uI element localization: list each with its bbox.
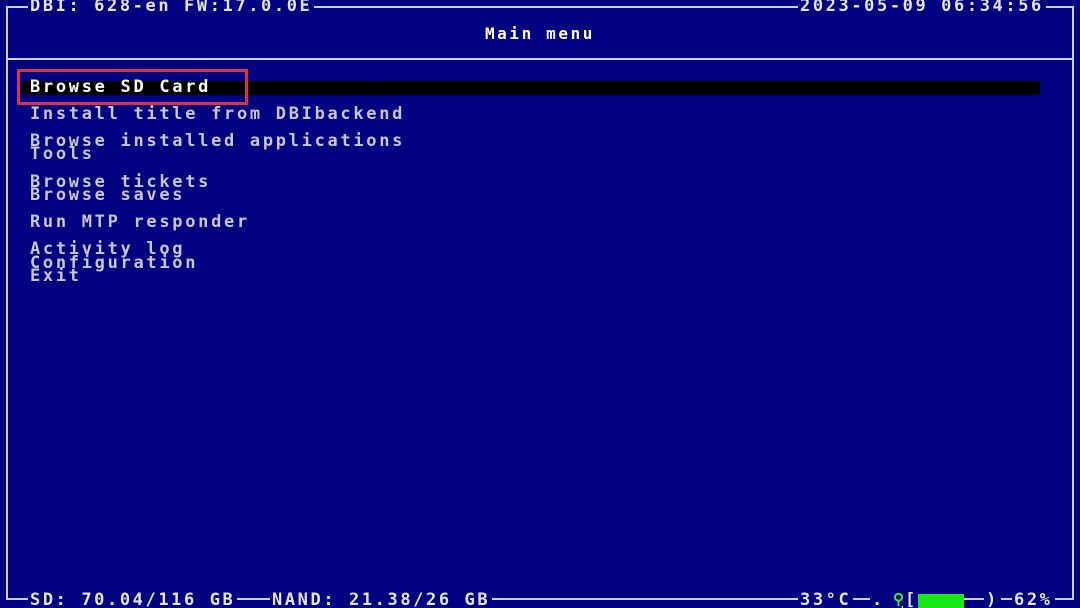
header-divider xyxy=(6,58,1074,60)
page-title: Main menu xyxy=(484,24,596,43)
menu-item-exit[interactable]: Exit xyxy=(30,267,82,285)
menu-item-install-title[interactable]: Install title from DBIbackend xyxy=(30,105,405,123)
temperature: 33°C xyxy=(798,590,854,608)
battery-fill xyxy=(918,594,964,608)
menu-item-browse-sd-card[interactable]: Browse SD Card xyxy=(30,78,211,96)
battery-percent: 62% xyxy=(1012,590,1055,608)
datetime: 2023-05-09 06:34:56 xyxy=(798,0,1046,15)
dbi-screen: DBI: 628-en FW:17.0.0E 2023-05-09 06:34:… xyxy=(0,0,1080,608)
nand-usage: NAND: 21.38/26 GB xyxy=(270,590,493,608)
sd-usage: SD: 70.04/116 GB xyxy=(28,590,238,608)
app-info: DBI: 628-en FW:17.0.0E xyxy=(28,0,315,15)
menu-item-browse-saves[interactable]: Browse saves xyxy=(30,186,185,204)
menu-item-tools[interactable]: Tools xyxy=(30,145,95,163)
plug-icon: ⚲ xyxy=(893,590,904,608)
menu-item-run-mtp[interactable]: Run MTP responder xyxy=(30,213,250,231)
battery-right-bracket: ) xyxy=(984,590,1001,608)
